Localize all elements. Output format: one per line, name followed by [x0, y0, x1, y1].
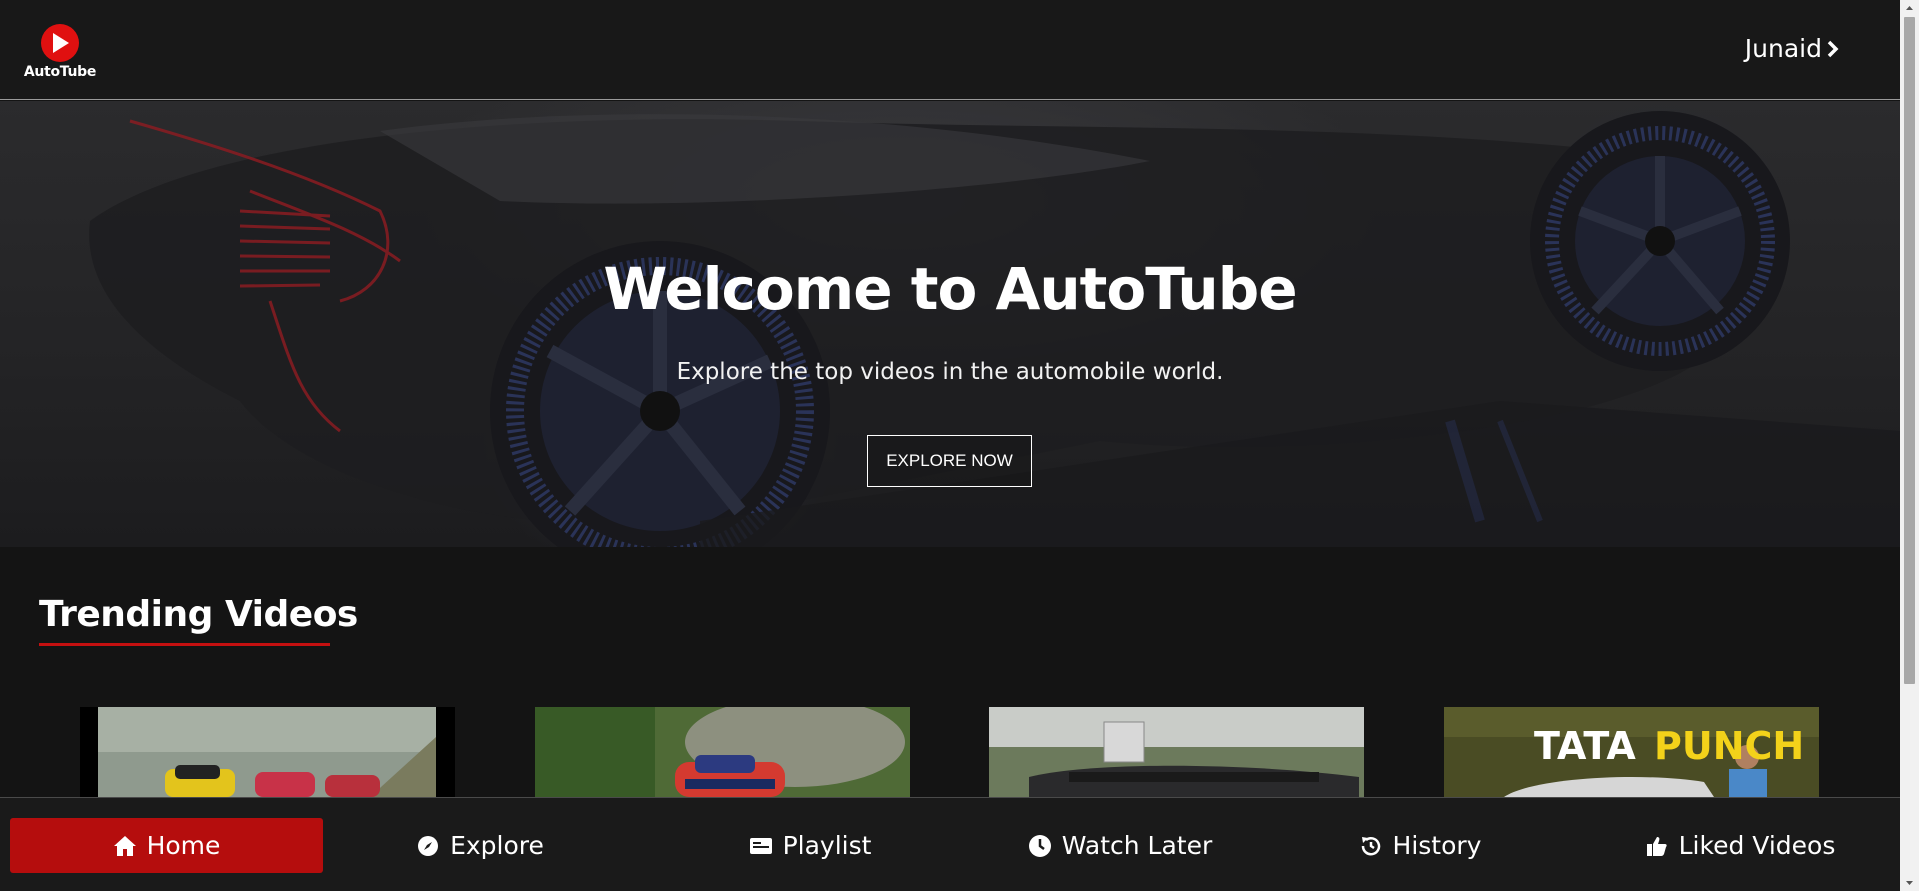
thumb-text-white: TATA	[1534, 724, 1636, 768]
nav-label: Watch Later	[1061, 831, 1213, 860]
video-thumbnail	[535, 707, 910, 797]
autotube-logo[interactable]: AutoTube	[22, 24, 98, 80]
title-underline	[39, 643, 330, 646]
vertical-scrollbar[interactable]	[1900, 0, 1919, 891]
video-thumbnail	[989, 707, 1364, 797]
history-icon	[1359, 834, 1383, 858]
user-menu[interactable]: Junaid	[1745, 34, 1840, 63]
nav-label: Explore	[450, 831, 544, 860]
home-icon	[113, 834, 137, 858]
clock-icon	[1028, 834, 1052, 858]
bottom-navigation: Home Explore Playlist Watch Later Histor…	[0, 797, 1900, 891]
trending-videos-title: Trending Videos	[39, 594, 358, 635]
compass-icon	[416, 834, 440, 858]
video-card[interactable]	[989, 707, 1364, 797]
nav-label: Liked Videos	[1678, 831, 1836, 860]
nav-label: Home	[146, 831, 221, 860]
scroll-down-arrow-icon[interactable]	[1900, 874, 1919, 891]
playlist-icon	[749, 834, 773, 858]
top-header: AutoTube Junaid	[0, 0, 1900, 100]
explore-now-button[interactable]: EXPLORE NOW	[867, 435, 1032, 487]
nav-home[interactable]: Home	[10, 818, 323, 873]
logo-text: AutoTube	[23, 64, 97, 80]
video-thumbnail	[98, 707, 436, 797]
nav-label: History	[1392, 831, 1482, 860]
nav-watch-later[interactable]: Watch Later	[970, 818, 1270, 873]
thumb-text-yellow: PUNCH	[1654, 724, 1804, 768]
nav-label: Playlist	[782, 831, 872, 860]
hero-subtitle: Explore the top videos in the automobile…	[676, 359, 1224, 385]
thumbs-up-icon	[1645, 834, 1669, 858]
hero-banner: Welcome to AutoTube Explore the top vide…	[0, 101, 1900, 547]
chevron-right-icon	[1827, 40, 1839, 57]
hero-title: Welcome to AutoTube	[603, 255, 1297, 323]
hero-content: Welcome to AutoTube Explore the top vide…	[0, 101, 1900, 547]
video-thumbnail: TATA PUNCH	[1444, 707, 1819, 797]
video-card[interactable]: TATA PUNCH	[1444, 707, 1819, 797]
video-card[interactable]	[80, 707, 455, 797]
play-icon	[41, 24, 79, 62]
nav-playlist[interactable]: Playlist	[660, 818, 960, 873]
user-name: Junaid	[1744, 34, 1822, 63]
page: AutoTube Junaid Welcome to AutoTube Expl…	[0, 0, 1919, 891]
scroll-up-arrow-icon[interactable]	[1900, 0, 1919, 17]
nav-explore[interactable]: Explore	[330, 818, 630, 873]
video-card[interactable]	[535, 707, 910, 797]
scrollbar-thumb[interactable]	[1904, 17, 1915, 684]
nav-liked-videos[interactable]: Liked Videos	[1580, 818, 1900, 873]
nav-history[interactable]: History	[1270, 818, 1570, 873]
